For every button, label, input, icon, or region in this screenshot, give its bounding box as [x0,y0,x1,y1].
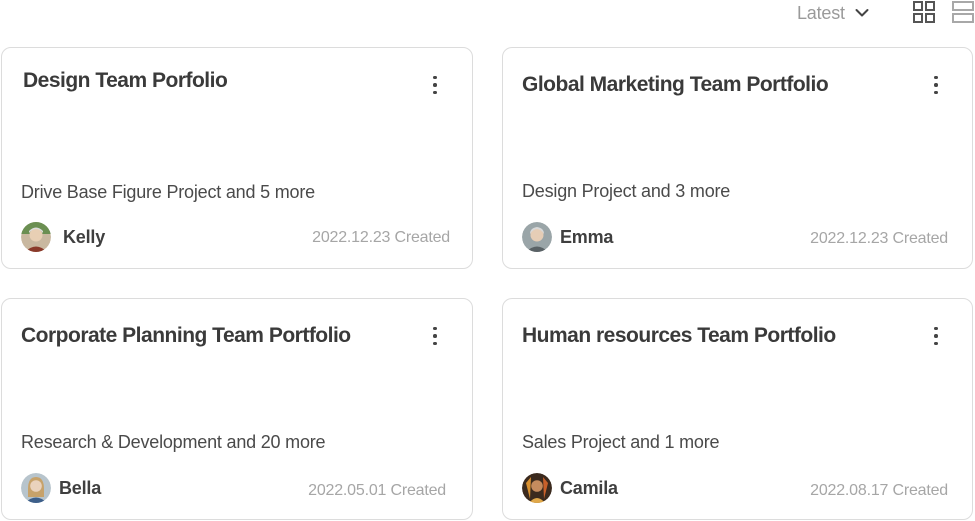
card-title: Corporate Planning Team Portfolio [21,324,351,347]
portfolio-card[interactable]: Design Team Porfolio Drive Base Figure P… [1,47,473,269]
avatar [522,473,552,503]
card-owner: Bella [21,473,101,503]
card-projects: Drive Base Figure Project and 5 more [21,182,315,202]
created-date: 2022.12.23 Created [312,229,450,246]
more-options-icon[interactable] [926,72,946,98]
card-owner: Emma [522,222,613,252]
portfolio-card[interactable]: Corporate Planning Team Portfolio Resear… [1,298,473,520]
portfolio-card[interactable]: Human resources Team Portfolio Sales Pro… [502,298,973,520]
card-owner: Camila [522,473,618,503]
grid-view-icon[interactable] [913,1,935,23]
card-projects: Design Project and 3 more [522,181,731,201]
card-projects: Research & Development and 20 more [21,432,326,452]
card-title: Global Marketing Team Portfolio [522,73,829,96]
more-options-icon[interactable] [425,72,445,98]
created-date: 2022.08.17 Created [810,482,948,499]
portfolio-card[interactable]: Global Marketing Team Portfolio Design P… [502,47,973,269]
toolbar: Latest [0,0,975,30]
owner-name: Emma [560,226,614,247]
sort-dropdown[interactable]: Latest [797,1,869,25]
card-owner: Kelly [21,222,105,252]
sort-label: Latest [797,2,845,23]
avatar [522,222,552,252]
created-date: 2022.12.23 Created [810,230,948,247]
avatar [21,473,51,503]
chevron-down-icon [855,9,869,17]
more-options-icon[interactable] [425,323,445,349]
owner-name: Bella [59,477,102,498]
owner-name: Kelly [63,226,106,247]
card-projects: Sales Project and 1 more [522,432,720,452]
created-date: 2022.05.01 Created [308,482,446,499]
more-options-icon[interactable] [926,323,946,349]
avatar [21,222,51,252]
card-title: Human resources Team Portfolio [522,324,836,347]
owner-name: Camila [560,477,618,498]
card-title: Design Team Porfolio [23,69,228,92]
list-view-icon[interactable] [952,1,974,23]
